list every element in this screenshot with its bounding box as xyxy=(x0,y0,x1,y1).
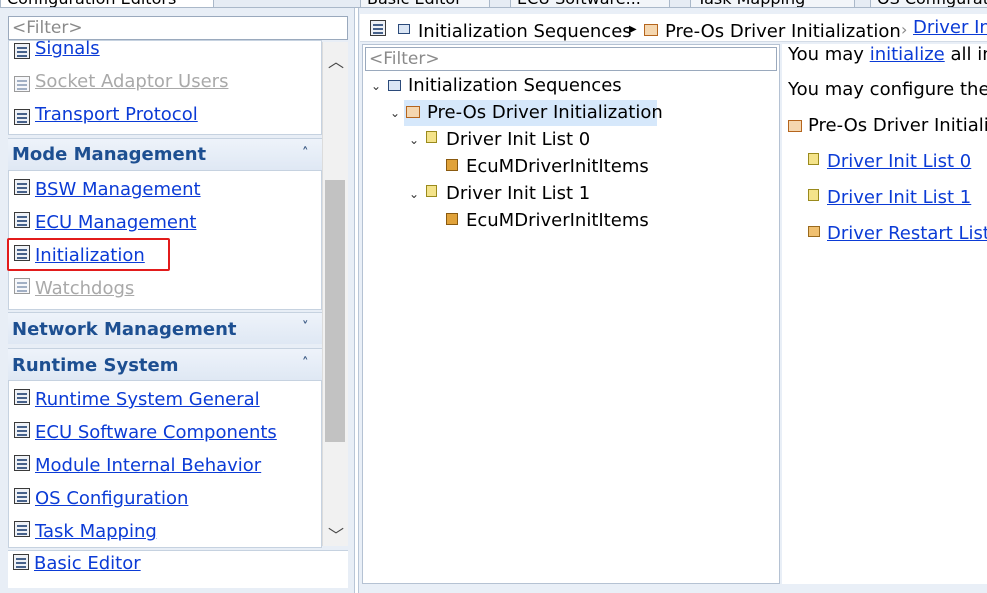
module-behavior-icon xyxy=(14,455,30,471)
tab-configuration-editors[interactable]: Configuration Editors xyxy=(0,0,214,7)
init-node-icon xyxy=(406,106,420,118)
init-node-icon xyxy=(644,24,658,36)
scroll-down-icon[interactable]: ﹀ xyxy=(328,522,344,546)
tab-label: Configuration Editors xyxy=(7,0,176,7)
tab-task-mapping[interactable]: Task Mapping xyxy=(690,0,855,7)
driver-restart-list-link[interactable]: Driver Restart List xyxy=(827,223,987,244)
nav-item-ecu-software-components[interactable]: ECU Software Components xyxy=(35,422,277,443)
folder-icon xyxy=(388,80,401,91)
tab-label: Basic Editor xyxy=(367,0,462,7)
tab-label: ECU Software... xyxy=(517,0,641,7)
list-icon xyxy=(426,185,437,197)
tab-label: Task Mapping xyxy=(697,0,805,7)
basic-editor-link[interactable]: Basic Editor xyxy=(34,553,141,574)
nav-item-signals[interactable]: Signals xyxy=(35,38,100,59)
list-icon xyxy=(808,153,819,165)
socket-adaptor-icon xyxy=(14,76,30,92)
folder-icon xyxy=(398,24,410,34)
transport-protocol-icon xyxy=(14,109,30,125)
tree-expand-icon[interactable]: ⌄ xyxy=(409,133,419,147)
group-title: Network Management xyxy=(12,319,237,340)
left-filter-input[interactable]: <Filter> xyxy=(8,16,348,40)
detail-line-2: You may configure the xyxy=(788,79,987,100)
tree-node-ecum-driver-init-items[interactable]: EcuMDriverInitItems xyxy=(466,210,649,231)
item-icon xyxy=(446,213,458,225)
tab-os-configuration[interactable]: OS Configuration xyxy=(870,0,987,7)
basic-editor-icon xyxy=(13,554,29,570)
watchdogs-icon xyxy=(14,278,30,294)
nav-item-runtime-system-general[interactable]: Runtime System General xyxy=(35,389,260,410)
group-header-network-management[interactable]: Network Management ˅ xyxy=(8,312,322,344)
tree-node-ecum-driver-init-items[interactable]: EcuMDriverInitItems xyxy=(466,156,649,177)
breadcrumb-item[interactable]: Pre-Os Driver Initialization xyxy=(665,21,901,42)
nav-item-bsw-management[interactable]: BSW Management xyxy=(35,179,201,200)
tree-node-initialization-sequences[interactable]: Initialization Sequences xyxy=(408,75,622,96)
list-icon xyxy=(426,131,437,143)
breadcrumb-separator-icon: › xyxy=(901,20,908,39)
left-scrollbar-thumb[interactable] xyxy=(325,180,345,442)
tab-basic-editor[interactable]: Basic Editor xyxy=(360,0,490,7)
ecu-management-icon xyxy=(14,212,30,228)
nav-item-os-configuration[interactable]: OS Configuration xyxy=(35,488,188,509)
tree-expand-icon[interactable]: ⌄ xyxy=(390,106,400,120)
filter-placeholder: <Filter> xyxy=(369,49,440,69)
collapse-chevron-icon[interactable]: ˄ xyxy=(302,356,309,371)
initialize-link[interactable]: initialize xyxy=(870,44,945,65)
tree-node-driver-init-list-0[interactable]: Driver Init List 0 xyxy=(446,129,590,150)
ecu-components-icon xyxy=(14,422,30,438)
tab-ecu-software[interactable]: ECU Software... xyxy=(510,0,670,7)
highlight-rectangle xyxy=(7,238,170,271)
breadcrumb-item[interactable]: Initialization Sequences xyxy=(418,21,632,42)
scroll-up-icon[interactable]: ︿ xyxy=(328,48,344,72)
driver-init-list-1-link[interactable]: Driver Init List 1 xyxy=(827,187,971,208)
nav-item-socket-adaptor-users[interactable]: Socket Adaptor Users xyxy=(35,71,228,92)
detail-text: all in xyxy=(950,44,987,65)
tree-filter-input[interactable]: <Filter> xyxy=(365,47,777,71)
breadcrumb-separator-icon: ▶ xyxy=(629,24,637,35)
tree-node-pre-os-driver-initialization[interactable]: Pre-Os Driver Initialization xyxy=(427,102,663,123)
nav-item-task-mapping[interactable]: Task Mapping xyxy=(35,521,157,542)
detail-text: You may xyxy=(788,44,870,65)
nav-item-module-internal-behavior[interactable]: Module Internal Behavior xyxy=(35,455,261,476)
tree-expand-icon[interactable]: ⌄ xyxy=(371,79,381,93)
init-node-icon xyxy=(788,120,802,132)
editor-view-icon[interactable] xyxy=(370,20,386,36)
tree-node-driver-init-list-1[interactable]: Driver Init List 1 xyxy=(446,183,590,204)
filter-placeholder: <Filter> xyxy=(12,18,83,38)
detail-section-title: Pre-Os Driver Initializ xyxy=(808,115,987,136)
nav-item-watchdogs[interactable]: Watchdogs xyxy=(35,278,134,299)
detail-line-1: You may initialize all in xyxy=(788,44,987,65)
restart-list-icon xyxy=(808,226,820,237)
tree-expand-icon[interactable]: ⌄ xyxy=(409,187,419,201)
signals-icon xyxy=(14,43,30,59)
nav-item-ecu-management[interactable]: ECU Management xyxy=(35,212,196,233)
bsw-management-icon xyxy=(14,179,30,195)
breadcrumb-item-link[interactable]: Driver In xyxy=(913,17,987,38)
task-mapping-icon xyxy=(14,521,30,537)
list-icon xyxy=(808,189,819,201)
group-header-mode-management[interactable]: Mode Management ˄ xyxy=(8,138,322,170)
nav-item-transport-protocol[interactable]: Transport Protocol xyxy=(35,104,198,125)
group-title: Runtime System xyxy=(12,355,179,376)
group-header-runtime-system[interactable]: Runtime System ˄ xyxy=(8,348,322,380)
collapse-chevron-icon[interactable]: ˄ xyxy=(302,146,309,161)
tab-label: OS Configuration xyxy=(877,0,987,7)
item-icon xyxy=(446,159,458,171)
os-configuration-icon xyxy=(14,488,30,504)
group-title: Mode Management xyxy=(12,144,207,165)
editor-tab-strip: Configuration Editors Basic Editor ECU S… xyxy=(0,0,987,8)
expand-chevron-icon[interactable]: ˅ xyxy=(302,320,309,335)
driver-init-list-0-link[interactable]: Driver Init List 0 xyxy=(827,151,971,172)
runtime-general-icon xyxy=(14,389,30,405)
